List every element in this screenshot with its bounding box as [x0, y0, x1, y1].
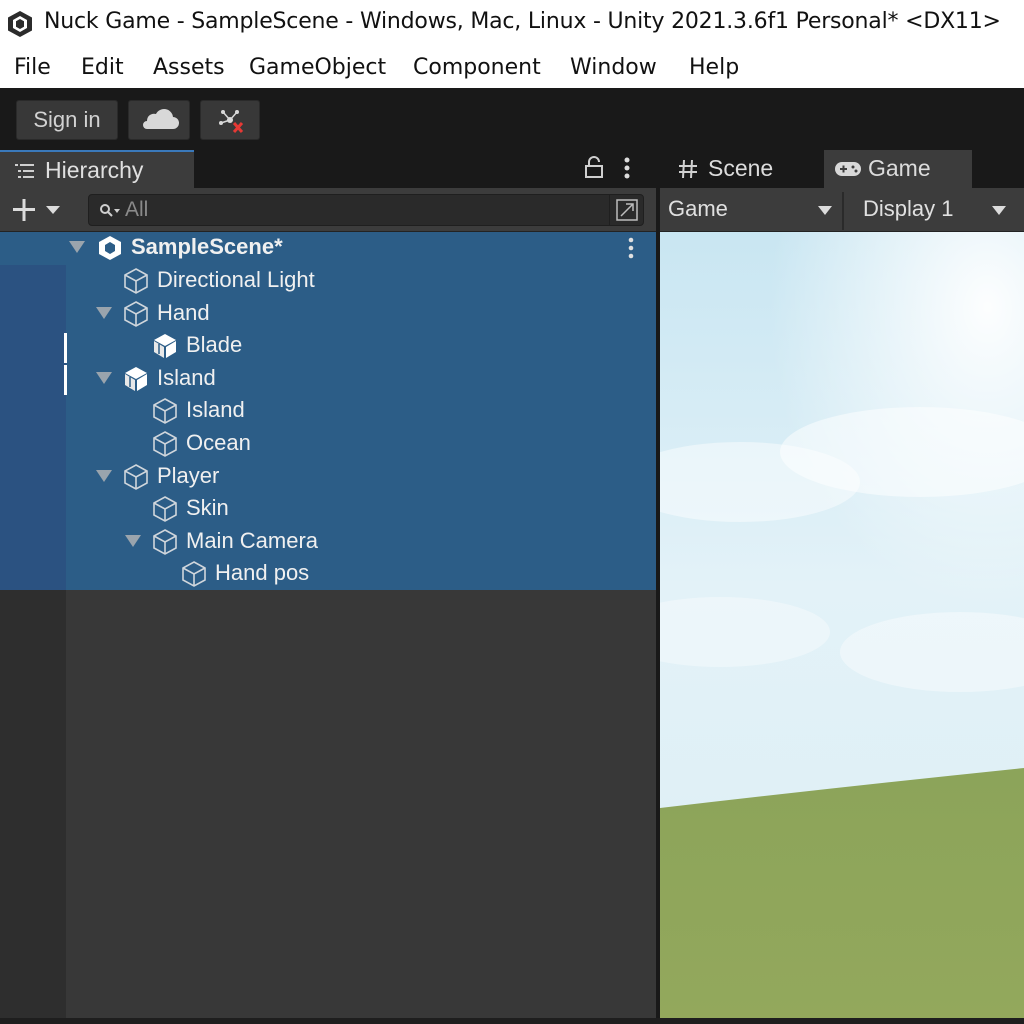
prefab-icon [125, 367, 147, 391]
menu-gameobject[interactable]: GameObject [249, 55, 386, 80]
tab-game-label: Game [868, 155, 931, 181]
expand-arrow-icon[interactable] [96, 307, 112, 319]
hierarchy-item-label: Hand pos [215, 560, 310, 585]
menu-bar: File Edit Assets GameObject Component Wi… [0, 48, 1024, 88]
title-bar: Nuck Game - SampleScene - Windows, Mac, … [0, 0, 1024, 48]
gameobject-icon [153, 529, 177, 555]
unity-logo-icon [8, 11, 32, 37]
menu-component[interactable]: Component [413, 55, 541, 80]
hierarchy-item[interactable]: Blade [0, 330, 656, 362]
hierarchy-item[interactable]: Skin [0, 493, 656, 525]
collab-error-icon [219, 110, 244, 133]
hierarchy-tab-bar: Hierarchy [0, 150, 656, 188]
hierarchy-item-label: Main Camera [186, 528, 319, 553]
cloud-button[interactable] [128, 100, 190, 140]
hierarchy-item[interactable]: Hand pos [0, 558, 656, 590]
window-title: Nuck Game - SampleScene - Windows, Mac, … [44, 9, 1001, 34]
hierarchy-item[interactable]: Main Camera [0, 526, 656, 558]
expand-arrow-icon[interactable] [96, 470, 112, 482]
view-tab-bar: Scene Game [660, 150, 1024, 188]
gameobject-icon [124, 301, 148, 327]
sign-in-button[interactable]: Sign in [16, 100, 118, 140]
search-placeholder: All [125, 198, 149, 221]
menu-assets[interactable]: Assets [153, 55, 225, 80]
prefab-icon [154, 334, 176, 358]
gamepad-icon [835, 162, 861, 176]
hierarchy-item[interactable]: Hand [0, 298, 656, 330]
status-strip [0, 1018, 1024, 1024]
hierarchy-item[interactable]: Player [0, 461, 656, 493]
hierarchy-item-label: Player [157, 463, 220, 488]
main-toolbar: Sign in [0, 88, 1024, 150]
hierarchy-item-label: Ocean [186, 430, 251, 455]
toolbar-separator [842, 192, 844, 230]
tab-scene[interactable]: Scene [660, 150, 820, 188]
view-mode-dropdown[interactable]: Game [660, 188, 842, 232]
search-icon [100, 204, 120, 217]
hierarchy-search-input[interactable]: All [88, 194, 644, 226]
expand-arrow-icon[interactable] [125, 535, 141, 547]
display-dropdown[interactable]: Display 1 [846, 188, 1024, 232]
game-render [660, 232, 1024, 1018]
game-viewport[interactable] [660, 232, 1024, 1018]
cloud-icon [143, 109, 179, 129]
hash-icon [679, 159, 697, 179]
scene-options-icon[interactable] [624, 236, 638, 262]
gameobject-icon [124, 268, 148, 294]
hierarchy-item[interactable]: Ocean [0, 428, 656, 460]
gameobject-icon [153, 398, 177, 424]
hierarchy-item-label: Island [186, 397, 245, 422]
display-value: Display 1 [863, 196, 954, 221]
kebab-menu-icon[interactable] [620, 156, 634, 182]
tab-hierarchy[interactable]: Hierarchy [0, 150, 194, 188]
collab-button[interactable] [200, 100, 260, 140]
gameobject-icon [124, 464, 148, 490]
menu-help[interactable]: Help [689, 55, 739, 80]
scene-name: SampleScene* [131, 234, 283, 259]
menu-file[interactable]: File [14, 55, 51, 80]
gameobject-icon [182, 561, 206, 587]
gameobject-icon [153, 431, 177, 457]
search-expand-button[interactable] [609, 195, 643, 225]
hierarchy-item[interactable]: Island [0, 363, 656, 395]
chevron-down-icon [992, 206, 1006, 215]
scene-root-row[interactable]: SampleScene* [0, 232, 656, 264]
menu-edit[interactable]: Edit [81, 55, 124, 80]
expand-icon [616, 199, 638, 221]
tab-scene-label: Scene [708, 155, 774, 181]
expand-arrow-icon[interactable] [96, 372, 112, 384]
expand-arrow-icon[interactable] [69, 241, 85, 253]
hierarchy-item-label: Skin [186, 495, 229, 520]
list-icon [15, 164, 34, 178]
menu-window[interactable]: Window [570, 55, 657, 80]
tab-game[interactable]: Game [824, 150, 972, 188]
view-mode-value: Game [668, 196, 728, 221]
hierarchy-item[interactable]: Directional Light [0, 265, 656, 297]
hierarchy-item-label: Blade [186, 332, 243, 357]
unity-scene-icon [99, 236, 121, 260]
hierarchy-item[interactable]: Island [0, 395, 656, 427]
tab-hierarchy-label: Hierarchy [45, 157, 144, 183]
add-object-button[interactable] [10, 196, 66, 224]
gameobject-icon [153, 496, 177, 522]
chevron-down-icon [818, 206, 832, 215]
hierarchy-item-label: Directional Light [157, 267, 315, 292]
lock-icon[interactable] [584, 156, 604, 180]
hierarchy-toolbar: All [0, 188, 656, 232]
hierarchy-item-label: Hand [157, 300, 210, 325]
hierarchy-item-label: Island [157, 365, 216, 390]
